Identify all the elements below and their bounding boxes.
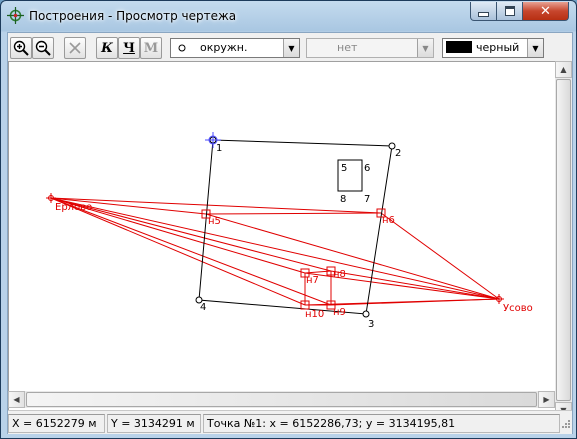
underline-button[interactable]: Ч xyxy=(118,37,140,59)
parcel-label-4: 4 xyxy=(200,302,206,313)
parcel-point-3[interactable] xyxy=(362,310,370,318)
point-label-n9: н9 xyxy=(333,307,346,318)
zoom-in-icon xyxy=(13,40,29,56)
status-point: Точка №1: x = 6152286,73; y = 3134195,81 xyxy=(207,417,456,430)
vertical-scrollbar[interactable]: ▲ ▼ xyxy=(555,61,572,419)
vertical-scroll-thumb[interactable] xyxy=(556,79,571,401)
circle-marker-icon xyxy=(178,44,186,52)
title-bar[interactable]: Построения - Просмотр чертежа ✕ xyxy=(1,1,576,31)
point-style-select[interactable]: окружн. ▼ xyxy=(170,38,300,58)
point-label-n6: н6 xyxy=(382,215,395,226)
building-label-5: 5 xyxy=(341,163,347,174)
line-style-select[interactable]: нет ▼ xyxy=(306,38,434,58)
scroll-up-icon[interactable]: ▲ xyxy=(555,61,572,78)
color-select[interactable]: черный ▼ xyxy=(442,38,544,58)
parcel-label-1: 1 xyxy=(216,143,222,154)
parcel-label-3: 3 xyxy=(368,319,374,330)
point-label-n10: н10 xyxy=(305,309,324,320)
m-button[interactable]: М xyxy=(140,37,162,59)
minimize-button[interactable] xyxy=(470,2,497,21)
resize-grip-icon[interactable] xyxy=(559,419,571,431)
point-label-n7: н7 xyxy=(306,275,319,286)
close-icon: ✕ xyxy=(540,3,551,19)
status-x-panel: X = 6152279 м xyxy=(8,414,105,433)
status-point-panel: Точка №1: x = 6152286,73; y = 3134195,81 xyxy=(203,414,560,433)
color-value: черный xyxy=(476,41,520,54)
zoom-out-icon xyxy=(35,40,51,56)
red-lines xyxy=(50,197,500,306)
station-label-usovo: Усово xyxy=(503,303,533,314)
chevron-down-icon: ▼ xyxy=(417,39,433,57)
drawing-svg: 1 2 3 4 5 6 7 8 Ерлово Усово н5 н6 н7 н8… xyxy=(46,132,533,330)
window-title: Построения - Просмотр чертежа xyxy=(29,9,237,23)
delete-icon xyxy=(69,42,81,54)
building-label-6: 6 xyxy=(364,163,370,174)
scroll-right-icon[interactable]: ▶ xyxy=(538,391,555,408)
close-button[interactable]: ✕ xyxy=(522,2,569,21)
toolbar: К Ч М окружн. ▼ нет ▼ черный ▼ xyxy=(8,33,572,62)
client-area: К Ч М окружн. ▼ нет ▼ черный ▼ 1 2 3 4 5… xyxy=(7,32,573,434)
parcel-label-2: 2 xyxy=(395,148,401,159)
app-icon xyxy=(7,7,24,24)
color-swatch xyxy=(446,41,472,53)
main-window: Построения - Просмотр чертежа ✕ К Ч М ок… xyxy=(0,0,577,439)
zoom-in-button[interactable] xyxy=(10,37,32,59)
horizontal-scroll-thumb[interactable] xyxy=(26,392,537,407)
building-label-7: 7 xyxy=(364,194,370,205)
red-point-markers xyxy=(201,208,386,310)
status-y-panel: Y = 3134291 м xyxy=(107,414,201,433)
minimize-icon xyxy=(478,11,489,17)
line-style-value: нет xyxy=(337,41,358,54)
maximize-icon xyxy=(504,6,515,16)
point-style-value: окружн. xyxy=(200,41,248,54)
status-x: X = 6152279 м xyxy=(12,417,97,430)
chevron-down-icon: ▼ xyxy=(283,39,299,57)
point-label-n8: н8 xyxy=(333,269,346,280)
drawing-canvas[interactable]: 1 2 3 4 5 6 7 8 Ерлово Усово н5 н6 н7 н8… xyxy=(8,61,556,420)
point-label-n5: н5 xyxy=(208,216,221,227)
chevron-down-icon: ▼ xyxy=(527,39,543,57)
status-y: Y = 3134291 м xyxy=(111,417,195,430)
station-label-erlovo: Ерлово xyxy=(55,202,92,213)
building-label-8: 8 xyxy=(340,194,346,205)
maximize-button[interactable] xyxy=(496,2,523,21)
delete-button[interactable] xyxy=(64,37,86,59)
zoom-out-button[interactable] xyxy=(32,37,54,59)
horizontal-scrollbar[interactable]: ◀ ▶ xyxy=(8,391,555,408)
scroll-left-icon[interactable]: ◀ xyxy=(8,391,25,408)
status-bar: X = 6152279 м Y = 3134291 м Точка №1: x … xyxy=(8,410,572,434)
bold-italic-button[interactable]: К xyxy=(96,37,118,59)
